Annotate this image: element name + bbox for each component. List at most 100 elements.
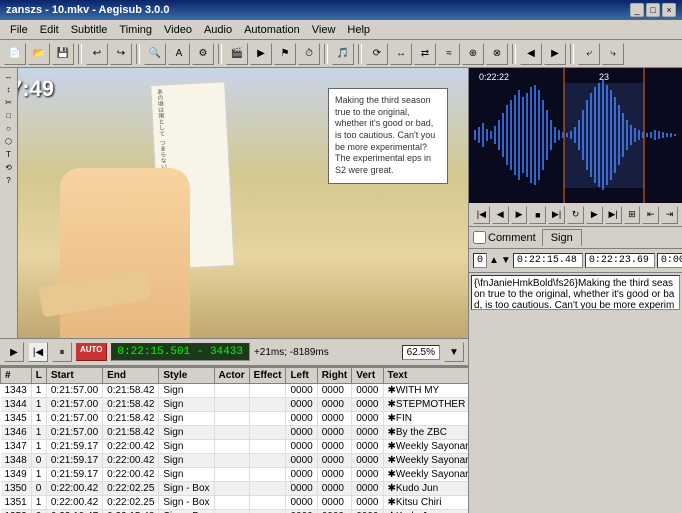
col-header-num[interactable]: #: [1, 368, 32, 384]
col-header-style[interactable]: Style: [159, 368, 214, 384]
col-header-effect[interactable]: Effect: [249, 368, 286, 384]
pause-button[interactable]: ⏸: [52, 342, 72, 362]
zoom-dropdown[interactable]: ▼: [444, 342, 464, 362]
table-row[interactable]: 134410:21:57.000:21:58.42Sign00000000000…: [1, 398, 469, 412]
toolbar-x1[interactable]: ◀: [520, 43, 542, 65]
toolbar-auto6[interactable]: ⊗: [486, 43, 508, 65]
video-area[interactable]: あの頃は限として つまらないですね いまはもっと良い Making the th…: [0, 68, 468, 338]
toolbar-y1[interactable]: ⤶: [578, 43, 600, 65]
toolbar-open[interactable]: 📂: [28, 43, 50, 65]
tr-play-right[interactable]: ▶: [511, 206, 528, 224]
video-tool-8[interactable]: ⟲: [5, 163, 12, 172]
table-row[interactable]: 134910:21:59.170:22:00.42Sign00000000000…: [1, 468, 469, 482]
col-header-end[interactable]: End: [103, 368, 159, 384]
sign-tab[interactable]: Sign: [542, 229, 582, 246]
toolbar-auto1[interactable]: ⟳: [366, 43, 388, 65]
col-header-l[interactable]: L: [31, 368, 46, 384]
duration-input[interactable]: [657, 253, 682, 268]
video-tool-1[interactable]: ↔: [5, 72, 13, 81]
start-time-input[interactable]: [513, 253, 583, 268]
menu-view[interactable]: View: [306, 22, 342, 38]
comment-checkbox[interactable]: [473, 231, 486, 244]
table-cell: 1: [31, 412, 46, 426]
toolbar-y2[interactable]: ⤷: [602, 43, 624, 65]
play-button[interactable]: ▶: [4, 342, 24, 362]
audio-waveform[interactable]: 0:22:22 23: [469, 68, 682, 203]
col-header-start[interactable]: Start: [46, 368, 102, 384]
tr-next-frame[interactable]: ▶: [586, 206, 603, 224]
video-tool-3[interactable]: ✂: [5, 98, 12, 107]
table-row[interactable]: 134510:21:57.000:21:58.42Sign00000000000…: [1, 412, 469, 426]
toolbar-x2[interactable]: ▶: [544, 43, 566, 65]
menu-help[interactable]: Help: [341, 22, 376, 38]
menu-subtitle[interactable]: Subtitle: [65, 22, 114, 38]
tr-snapping[interactable]: ⊞: [624, 206, 641, 224]
col-header-vert[interactable]: Vert: [352, 368, 383, 384]
tr-prev-frame[interactable]: ◀: [492, 206, 509, 224]
timing-sep2: ▼: [501, 255, 511, 266]
toolbar-auto4[interactable]: ≈: [438, 43, 460, 65]
table-cell: [249, 496, 286, 510]
video-tool-9[interactable]: ?: [6, 176, 10, 185]
table-row[interactable]: 134800:21:59.170:22:00.42Sign00000000000…: [1, 454, 469, 468]
tr-skip-start[interactable]: |◀: [473, 206, 490, 224]
table-cell: Sign - Box: [159, 496, 214, 510]
tr-skip-end[interactable]: ▶|: [605, 206, 622, 224]
tr-loop[interactable]: ↻: [567, 206, 584, 224]
menu-video[interactable]: Video: [158, 22, 198, 38]
col-header-right[interactable]: Right: [317, 368, 352, 384]
toolbar-auto5[interactable]: ⊕: [462, 43, 484, 65]
auto-button[interactable]: AUTO: [76, 343, 107, 361]
table-row[interactable]: 135110:22:00.420:22:02.25Sign - Box00000…: [1, 496, 469, 510]
video-tool-2[interactable]: ↕: [7, 85, 11, 94]
toolbar-find[interactable]: 🔍: [144, 43, 166, 65]
tr-stop-right[interactable]: ■: [529, 206, 546, 224]
toolbar-new[interactable]: 📄: [4, 43, 26, 65]
toolbar-video-open[interactable]: 🎬: [226, 43, 248, 65]
table-cell: 0:22:00.42: [103, 440, 159, 454]
video-tool-4[interactable]: □: [6, 111, 11, 120]
toolbar-auto2[interactable]: ↔: [390, 43, 412, 65]
toolbar-styles[interactable]: A: [168, 43, 190, 65]
frame-prev-button[interactable]: |◀: [28, 342, 48, 362]
toolbar-video-close[interactable]: ▶: [250, 43, 272, 65]
col-header-actor[interactable]: Actor: [214, 368, 249, 384]
table-cell: 0000: [286, 440, 317, 454]
video-tool-5[interactable]: ○: [6, 124, 11, 133]
video-tool-6[interactable]: ⬡: [5, 137, 12, 146]
toolbar-properties[interactable]: ⚙: [192, 43, 214, 65]
toolbar-sep3: [218, 44, 222, 64]
minimize-button[interactable]: _: [630, 3, 644, 17]
tr-play-sel[interactable]: ▶|: [548, 206, 565, 224]
table-row[interactable]: 135000:22:00.420:22:02.25Sign - Box00000…: [1, 482, 469, 496]
toolbar-timecodes[interactable]: ⏱: [298, 43, 320, 65]
col-header-left[interactable]: Left: [286, 368, 317, 384]
end-time-input[interactable]: [585, 253, 655, 268]
toolbar-redo[interactable]: ↪: [110, 43, 132, 65]
toolbar-undo[interactable]: ↩: [86, 43, 108, 65]
subtitle-text-content[interactable]: {\fnJanieHmkBold\fs26}Making the third s…: [471, 275, 680, 310]
menu-file[interactable]: File: [4, 22, 34, 38]
table-row[interactable]: 134610:21:57.000:21:58.42Sign00000000000…: [1, 426, 469, 440]
toolbar-save[interactable]: 💾: [52, 43, 74, 65]
comment-checkbox-label[interactable]: Comment: [473, 231, 536, 244]
col-header-text[interactable]: Text: [383, 368, 468, 384]
zoom-display: 62.5%: [402, 345, 440, 360]
maximize-button[interactable]: □: [646, 3, 660, 17]
toolbar-audio-open[interactable]: 🎵: [332, 43, 354, 65]
toolbar-keyframes[interactable]: ⚑: [274, 43, 296, 65]
toolbar-auto3[interactable]: ⇄: [414, 43, 436, 65]
table-row[interactable]: 134710:21:59.170:22:00.42Sign00000000000…: [1, 440, 469, 454]
menu-timing[interactable]: Timing: [113, 22, 158, 38]
tr-more2[interactable]: ⇥: [661, 206, 678, 224]
video-tool-7[interactable]: T: [6, 150, 11, 159]
subtitle-table-container[interactable]: # L Start End Style Actor Effect Left Ri…: [0, 366, 468, 513]
tr-more1[interactable]: ⇤: [642, 206, 659, 224]
table-row[interactable]: 135200:22:10.470:22:15.48Sign - Box00000…: [1, 510, 469, 513]
close-button[interactable]: ×: [662, 3, 676, 17]
menu-edit[interactable]: Edit: [34, 22, 65, 38]
table-row[interactable]: 134310:21:57.000:21:58.42Sign00000000000…: [1, 384, 469, 398]
menu-audio[interactable]: Audio: [198, 22, 238, 38]
menu-automation[interactable]: Automation: [238, 22, 306, 38]
table-cell: 0000: [317, 468, 352, 482]
